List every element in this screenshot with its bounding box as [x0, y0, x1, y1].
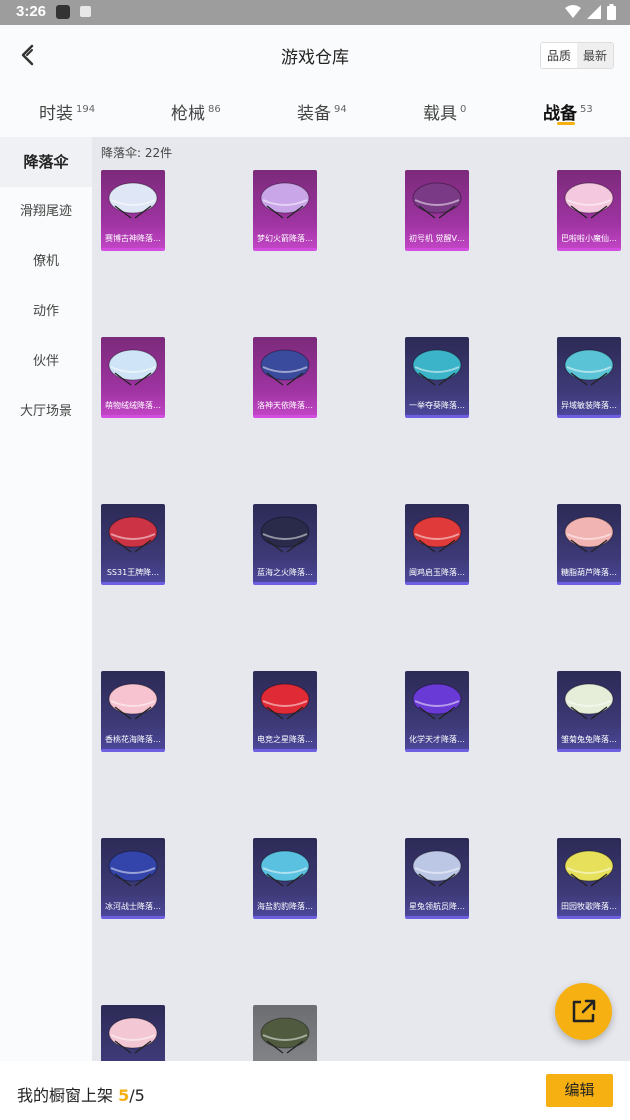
parachute-item-card[interactable]: 一举夺葵降落…	[405, 337, 469, 418]
parachute-item-card[interactable]: 冰河战士降落…	[101, 838, 165, 919]
item-label: 梦幻火箭降落…	[257, 234, 313, 243]
item-label: 萌物绒绒降落…	[105, 401, 161, 410]
sidebar-item-emote[interactable]: 动作	[0, 287, 92, 337]
parachute-item-card[interactable]: 赛博古神降落…	[101, 170, 165, 251]
parachute-item-card[interactable]: 蓝海之火降落…	[253, 504, 317, 585]
edit-button[interactable]: 编辑	[546, 1074, 613, 1107]
external-link-icon	[572, 999, 596, 1023]
parachute-item-card[interactable]: 田园牧歌降落…	[557, 838, 621, 919]
parachute-item-card[interactable]: 星兔领航员降…	[405, 838, 469, 919]
item-label: 巴啦啦小魔仙…	[561, 234, 617, 243]
item-label: 香桃花海降落…	[105, 735, 161, 744]
sidebar-item-glide-trail[interactable]: 滑翔尾迹	[0, 187, 92, 237]
item-label: 冰河战士降落…	[105, 902, 161, 911]
item-label: 异域敏装降落…	[561, 401, 617, 410]
item-label: 赛博古神降落…	[105, 234, 161, 243]
item-label: 海盐豹豹降落…	[257, 902, 313, 911]
share-button[interactable]	[555, 983, 612, 1040]
item-label: 电竞之星降落…	[257, 735, 313, 744]
category-tabs: 时装 194 枪械 86 装备 94 载具 0 战备 53	[0, 85, 630, 137]
parachute-item-card[interactable]: 巴啦啦小魔仙…	[557, 170, 621, 251]
parachute-item-card[interactable]: 异域敏装降落…	[557, 337, 621, 418]
sidebar-item-parachute[interactable]: 降落伞	[0, 137, 92, 187]
subcategory-sidebar: 降落伞 滑翔尾迹 僚机 动作 伙伴 大厅场景	[0, 137, 92, 1120]
parachute-item-card[interactable]: 海盐豹豹降落…	[253, 838, 317, 919]
parachute-item-card[interactable]: 雏菊兔兔降落…	[557, 671, 621, 752]
item-label: 初号机 觉醒V…	[408, 234, 465, 243]
parachute-item-card[interactable]: 萌物绒绒降落…	[101, 337, 165, 418]
item-label: 蓝海之火降落…	[257, 568, 313, 577]
app-notification-icon	[80, 6, 91, 17]
tab-active-indicator	[557, 122, 575, 125]
tab-guns[interactable]: 枪械 86	[171, 99, 221, 124]
battery-icon	[607, 4, 616, 20]
item-label: 糖脂葫芦降落…	[561, 568, 617, 577]
item-grid-area	[92, 137, 630, 1120]
sidebar-item-companion[interactable]: 伙伴	[0, 337, 92, 387]
app-header: 游戏仓库 品质 最新	[0, 25, 630, 85]
item-label: 闽鸡启玉降落…	[409, 568, 465, 577]
sort-quality-button[interactable]: 品质	[540, 43, 577, 68]
page-title: 游戏仓库	[281, 48, 349, 68]
item-label: 田园牧歌降落…	[561, 902, 617, 911]
parachute-item-card[interactable]: 闽鸡启玉降落…	[405, 504, 469, 585]
item-label: 雏菊兔兔降落…	[561, 735, 617, 744]
showcase-bar: 我的橱窗上架 5/5 编辑	[0, 1061, 630, 1120]
wifi-icon	[565, 5, 581, 18]
notification-icon	[56, 5, 70, 19]
tab-equipment[interactable]: 装备 94	[297, 99, 347, 124]
sidebar-item-wingman[interactable]: 僚机	[0, 237, 92, 287]
status-icons	[565, 4, 616, 20]
tab-vehicles[interactable]: 载具 0	[423, 99, 466, 124]
item-label: 化学天才降落…	[409, 735, 465, 744]
parachute-item-card[interactable]: 梦幻火箭降落…	[253, 170, 317, 251]
item-label: 一举夺葵降落…	[409, 401, 465, 410]
status-bar: 3:26	[0, 0, 630, 25]
parachute-item-card[interactable]: 糖脂葫芦降落…	[557, 504, 621, 585]
parachute-item-card[interactable]: 初号机 觉醒V…	[405, 170, 469, 251]
item-label: 星兔领航员降…	[409, 902, 465, 911]
parachute-item-card[interactable]: 香桃花海降落…	[101, 671, 165, 752]
parachute-item-card[interactable]: 化学天才降落…	[405, 671, 469, 752]
parachute-item-card[interactable]: SS31王牌降…	[101, 504, 165, 585]
sort-newest-button[interactable]: 最新	[576, 43, 613, 68]
sort-toggle: 品质 最新	[539, 42, 614, 69]
tab-fashion[interactable]: 时装 194	[39, 99, 95, 124]
item-label: SS31王牌降…	[106, 568, 160, 577]
parachute-item-card[interactable]: 洛神天依降落…	[253, 337, 317, 418]
item-label: 洛神天依降落…	[257, 401, 313, 410]
status-time: 3:26	[16, 3, 47, 20]
tab-combat-gear[interactable]: 战备 53	[543, 99, 593, 124]
showcase-status: 我的橱窗上架 5/5	[17, 1086, 145, 1105]
signal-icon	[587, 5, 601, 19]
parachute-item-card[interactable]: 电竞之星降落…	[253, 671, 317, 752]
sidebar-item-lobby-scene[interactable]: 大厅场景	[0, 387, 92, 437]
item-count-label: 降落伞: 22件	[101, 146, 173, 160]
